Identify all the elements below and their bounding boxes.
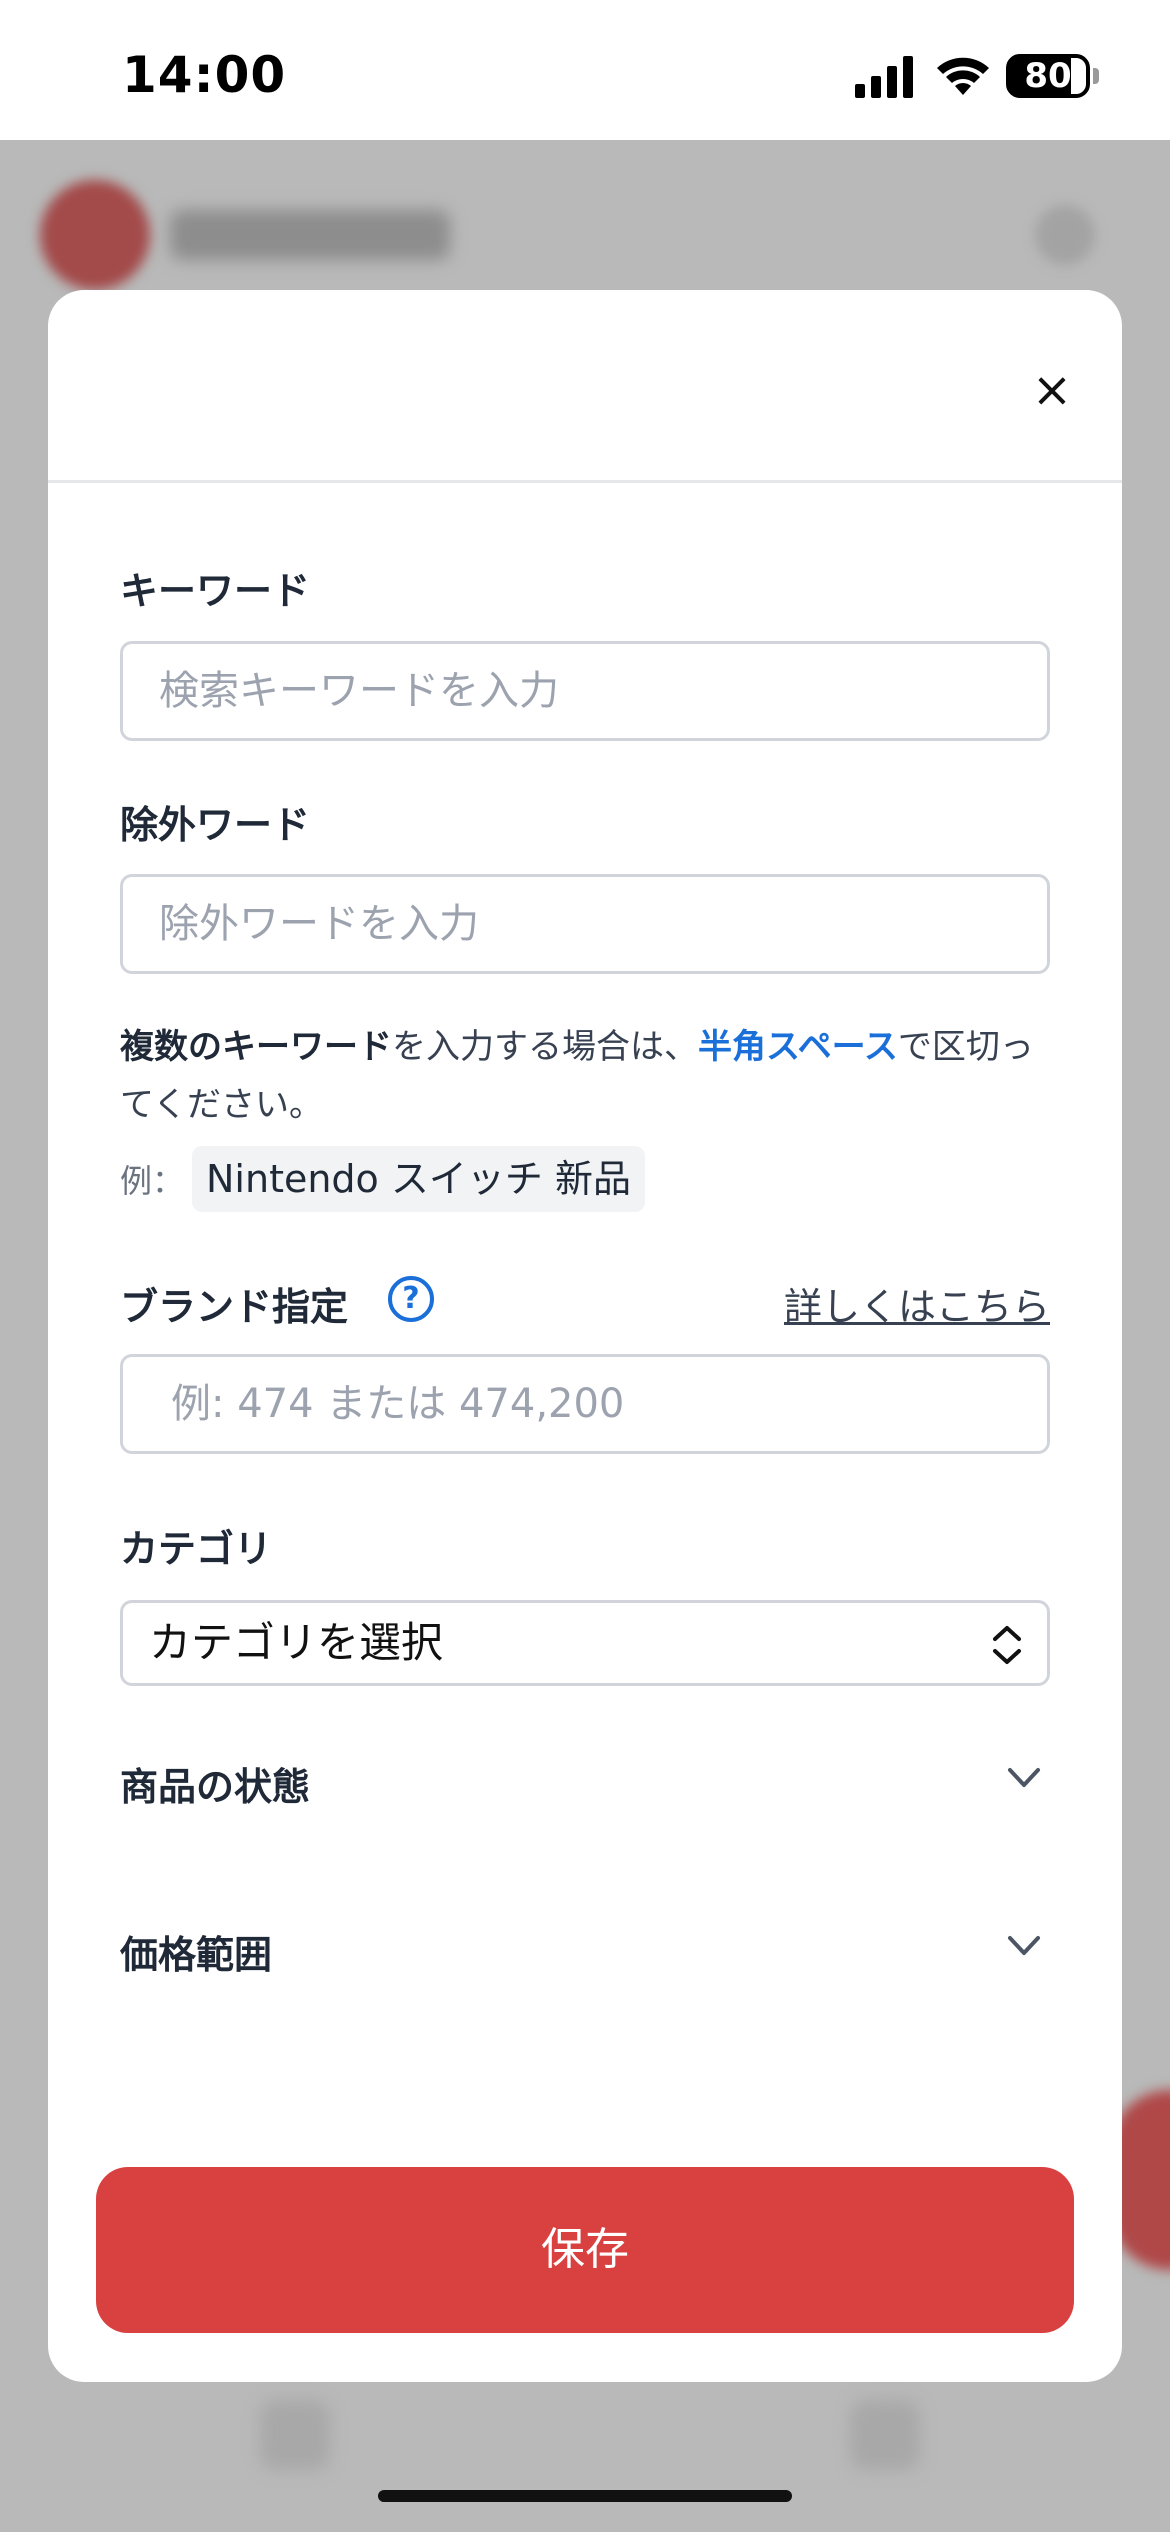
- condition-label: 商品の状態: [120, 1765, 311, 1809]
- close-button[interactable]: ×: [1022, 360, 1082, 420]
- background-app-icon: [1035, 205, 1095, 265]
- battery-icon: 80: [1006, 54, 1090, 98]
- brand-input[interactable]: [120, 1354, 1050, 1454]
- example-chip: Nintendo スイッチ 新品: [192, 1146, 645, 1212]
- price-label: 価格範囲: [120, 1933, 273, 1977]
- wifi-icon: [937, 57, 989, 95]
- price-accordion[interactable]: 価格範囲: [120, 1910, 1050, 1990]
- condition-accordion[interactable]: 商品の状態: [120, 1742, 1050, 1822]
- example-prefix: 例：: [120, 1162, 185, 1200]
- help-text-plain: を入力する場合は、: [392, 1027, 698, 1067]
- help-text-strong: 複数のキーワード: [120, 1027, 392, 1067]
- help-icon-glyph: ?: [402, 1281, 420, 1316]
- screen: 14:00 80 × キーワード 除外ワード 複数のキ: [0, 0, 1170, 2532]
- background-app-title: [170, 210, 450, 260]
- background-tab-icon: [850, 2400, 920, 2470]
- help-text-highlight: 半角スペース: [698, 1027, 898, 1067]
- home-indicator: [378, 2490, 792, 2502]
- category-label: カテゴリ: [120, 1527, 273, 1571]
- brand-details-link[interactable]: 詳しくはこちら: [784, 1276, 1050, 1331]
- search-filter-modal: × キーワード 除外ワード 複数のキーワードを入力する場合は、半角スペースで区切…: [48, 290, 1122, 2382]
- close-icon: ×: [1031, 362, 1073, 418]
- status-bar: 14:00 80: [0, 0, 1170, 140]
- battery-level: 80: [1024, 56, 1072, 96]
- battery-cap: [1093, 68, 1099, 84]
- category-select[interactable]: カテゴリを選択: [120, 1600, 1050, 1686]
- help-circle-icon[interactable]: ?: [388, 1276, 434, 1322]
- background-app-logo: [40, 180, 150, 290]
- chevron-down-icon: [1008, 1768, 1040, 1787]
- chevron-down-icon: [1008, 1936, 1040, 1955]
- select-chevrons-icon: [993, 1626, 1021, 1664]
- status-time: 14:00: [122, 46, 287, 104]
- keyword-help-text: 複数のキーワードを入力する場合は、半角スペースで区切ってください。: [120, 1018, 1060, 1134]
- exclude-input[interactable]: [120, 874, 1050, 974]
- background-tab-icon: [260, 2400, 330, 2470]
- keyword-input[interactable]: [120, 641, 1050, 741]
- keyword-label: キーワード: [120, 569, 311, 613]
- signal-icon: [855, 56, 913, 98]
- brand-label: ブランド指定: [120, 1285, 349, 1329]
- modal-header: ×: [48, 290, 1122, 483]
- category-select-value: カテゴリを選択: [149, 1618, 444, 1667]
- exclude-label: 除外ワード: [120, 803, 311, 847]
- save-button[interactable]: 保存: [96, 2167, 1074, 2333]
